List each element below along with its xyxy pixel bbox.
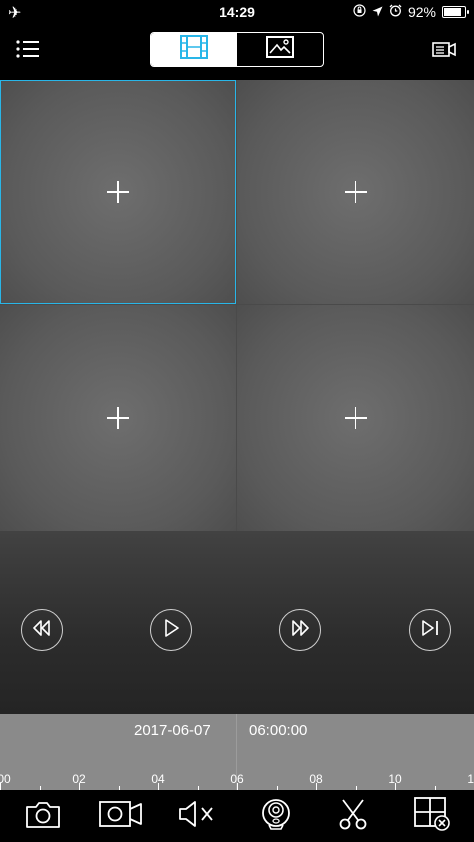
close-window-grid-icon <box>411 796 453 837</box>
plus-icon <box>344 181 367 203</box>
fisheye-button[interactable] <box>254 798 298 834</box>
tab-image-playback[interactable] <box>237 33 323 66</box>
video-record-icon <box>99 799 143 834</box>
timeline-tick-label: 00 <box>0 772 11 786</box>
list-menu-icon[interactable] <box>14 36 46 68</box>
cut-clip-icon <box>336 797 370 836</box>
film-strip-icon <box>179 34 209 65</box>
video-tile-3[interactable] <box>0 305 236 531</box>
video-tile-4[interactable] <box>237 305 474 531</box>
status-indicators: 92% <box>353 4 469 20</box>
camera-list-icon[interactable] <box>430 36 462 68</box>
record-button[interactable] <box>99 798 143 834</box>
fast-forward-button[interactable] <box>279 609 321 651</box>
play-button[interactable] <box>150 609 192 651</box>
camera-snapshot-icon <box>24 798 62 835</box>
mute-button[interactable] <box>174 798 218 834</box>
timeline-tick-label: 12 <box>467 772 474 786</box>
clip-button[interactable] <box>331 798 375 834</box>
speaker-muted-icon <box>176 799 216 834</box>
timeline[interactable]: 2017-06-07 06:00:00 00020406081012 <box>0 714 474 790</box>
timeline-tick <box>0 783 1 790</box>
fisheye-icon <box>259 797 293 836</box>
timeline-tick <box>316 783 317 790</box>
timeline-tick <box>395 783 396 790</box>
plus-icon <box>344 407 367 429</box>
video-tile-1[interactable] <box>0 80 236 304</box>
timeline-tick <box>79 783 80 790</box>
bottom-toolbar <box>0 790 474 842</box>
navigation-bar <box>0 24 474 80</box>
alarm-icon <box>389 4 402 20</box>
step-forward-icon <box>419 619 441 642</box>
fast-forward-icon <box>289 619 311 642</box>
video-tile-2[interactable] <box>237 80 474 304</box>
tab-video-playback[interactable] <box>151 33 237 66</box>
mode-segmented-control <box>150 32 324 67</box>
orientation-lock-icon <box>353 4 366 20</box>
plus-icon <box>107 407 129 429</box>
plus-icon <box>107 181 129 203</box>
timeline-axis: 00020406081012 <box>0 768 474 790</box>
battery-icon <box>442 6 469 18</box>
video-grid <box>0 80 474 531</box>
battery-percent: 92% <box>407 4 436 20</box>
timeline-tick <box>237 783 238 790</box>
play-icon <box>162 618 180 643</box>
timeline-time: 06:00:00 <box>249 722 308 739</box>
rewind-icon <box>31 619 53 642</box>
rewind-button[interactable] <box>21 609 63 651</box>
timeline-date: 2017-06-07 <box>134 722 211 739</box>
location-icon <box>372 4 383 20</box>
image-icon <box>265 35 295 64</box>
timeline-tick <box>158 783 159 790</box>
snapshot-button[interactable] <box>21 798 65 834</box>
status-bar: ✈ 14:29 92% <box>0 0 474 24</box>
close-window-button[interactable] <box>410 796 454 837</box>
playback-controls <box>0 531 474 714</box>
step-forward-button[interactable] <box>409 609 451 651</box>
